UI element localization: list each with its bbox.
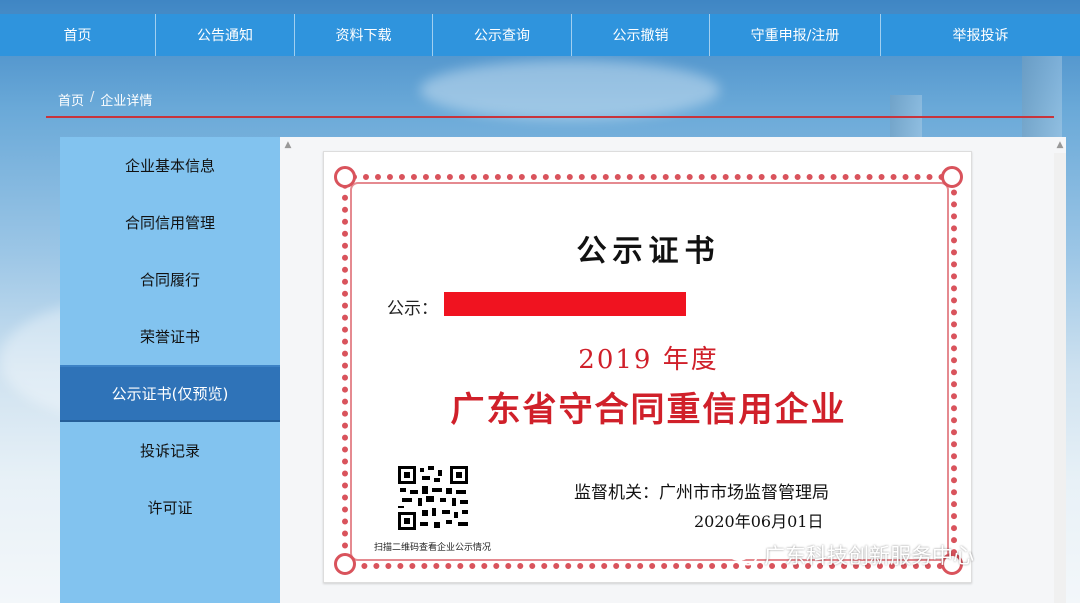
certificate-honor: 广东省守合同重信用企业: [450, 390, 847, 430]
scrollbar[interactable]: [1054, 153, 1066, 603]
background-cloud: [420, 60, 720, 120]
sidebar-item-license[interactable]: 许可证: [60, 479, 280, 536]
divider-line: [46, 116, 1054, 118]
qr-caption: 扫描二维码查看企业公示情况: [374, 543, 492, 553]
corner-ornament-icon: [941, 166, 963, 188]
breadcrumb-separator: /: [90, 90, 95, 105]
corner-ornament-icon: [334, 553, 356, 575]
nav-item-downloads[interactable]: 资料下载: [295, 14, 433, 56]
top-navigation: 首页 公告通知 资料下载 公示查询 公示撤销 守重申报/注册 举报投诉: [0, 14, 1080, 56]
nav-item-home[interactable]: 首页: [0, 14, 156, 56]
nav-item-publicity-query[interactable]: 公示查询: [433, 14, 572, 56]
sidebar-item-contract-credit[interactable]: 合同信用管理: [60, 194, 280, 251]
nav-item-announcements[interactable]: 公告通知: [156, 14, 295, 56]
breadcrumb-home-link[interactable]: 首页: [58, 90, 84, 109]
wechat-icon: [728, 543, 757, 566]
certificate-authority: 监督机关：广州市市场监督管理局: [574, 483, 829, 503]
redaction-bar: [444, 292, 686, 316]
watermark: 广东科技创新服务中心: [728, 540, 974, 570]
qr-code-icon: [396, 464, 470, 532]
scroll-up-icon[interactable]: ▲: [282, 139, 294, 151]
breadcrumb: 首页 / 企业详情: [58, 90, 152, 109]
nav-item-publicity-revoke[interactable]: 公示撤销: [572, 14, 710, 56]
sidebar-item-basic-info[interactable]: 企业基本信息: [60, 137, 280, 194]
certificate-recipient-label: 公示：: [387, 299, 438, 319]
certificate-year: 2019 年度: [578, 345, 719, 375]
watermark-text: 广东科技创新服务中心: [764, 544, 974, 568]
certificate-date: 2020年06月01日: [694, 512, 824, 531]
certificate-image: 公示证书 公示： 2019 年度 广东省守合同重信用企业 扫描二维码查看企业公示…: [323, 151, 972, 583]
certificate-title: 公示证书: [576, 234, 721, 269]
scroll-up-icon[interactable]: ▲: [1054, 139, 1066, 151]
sidebar-item-publicity-certificate[interactable]: 公示证书(仅预览): [60, 365, 280, 422]
breadcrumb-current: 企业详情: [100, 94, 153, 109]
corner-ornament-icon: [334, 166, 356, 188]
nav-item-declare-register[interactable]: 守重申报/注册: [710, 14, 881, 56]
sidebar: 企业基本信息 合同信用管理 合同履行 荣誉证书 公示证书(仅预览) 投诉记录 许…: [60, 137, 280, 603]
sidebar-item-contract-performance[interactable]: 合同履行: [60, 251, 280, 308]
nav-item-report-complaint[interactable]: 举报投诉: [881, 14, 1080, 56]
sidebar-item-complaint-records[interactable]: 投诉记录: [60, 422, 280, 479]
sidebar-item-honor-certificates[interactable]: 荣誉证书: [60, 308, 280, 365]
